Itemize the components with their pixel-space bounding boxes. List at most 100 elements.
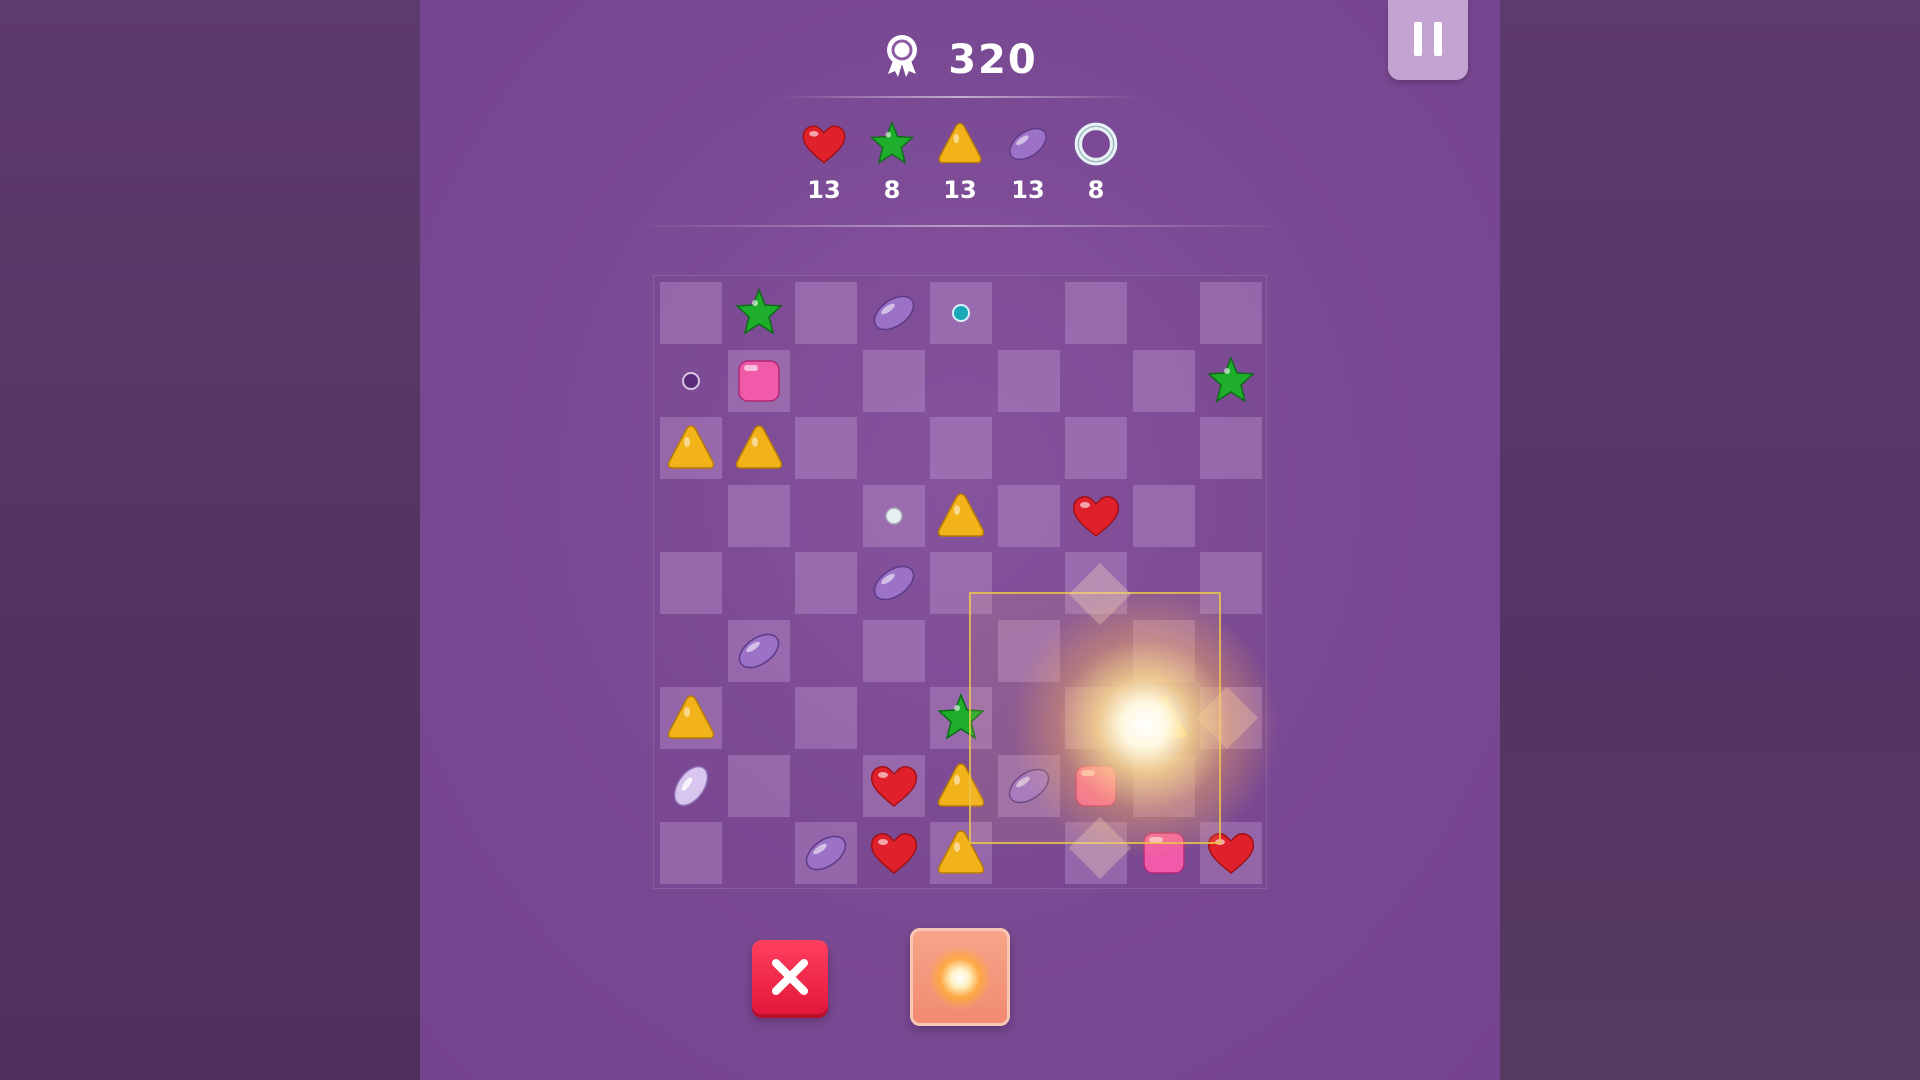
triangle-token[interactable] — [663, 420, 719, 476]
board-cell[interactable] — [1065, 485, 1127, 547]
game-area: 320 13 8 13 13 8 — [420, 0, 1500, 1080]
pause-icon — [1414, 22, 1422, 56]
board-cell[interactable] — [660, 822, 722, 884]
board-cell[interactable] — [1065, 282, 1127, 344]
goal-heart: 13 — [790, 118, 858, 204]
oval-token[interactable] — [866, 285, 922, 341]
board-cell[interactable] — [1133, 282, 1195, 344]
goal-count: 8 — [1087, 176, 1105, 204]
board-cell[interactable] — [1133, 417, 1195, 479]
dot-teal-token[interactable] — [933, 285, 989, 341]
goal-star: 8 — [858, 118, 926, 204]
board-cell[interactable] — [930, 417, 992, 479]
oval-token[interactable] — [798, 825, 854, 881]
triangle-token[interactable] — [663, 690, 719, 746]
heart-token[interactable] — [1068, 488, 1124, 544]
board-cell[interactable] — [863, 552, 925, 614]
board-cell[interactable] — [863, 822, 925, 884]
board-cell[interactable] — [863, 417, 925, 479]
board-cell[interactable] — [660, 485, 722, 547]
board-cell[interactable] — [862, 754, 925, 817]
board-cell[interactable] — [795, 485, 857, 547]
board-cell[interactable] — [795, 755, 857, 817]
board-cell[interactable] — [795, 822, 857, 884]
board-cell[interactable] — [660, 620, 722, 682]
close-icon — [772, 959, 808, 995]
goal-count: 13 — [943, 176, 977, 204]
goals-divider — [630, 225, 1290, 227]
oval-token[interactable] — [731, 623, 787, 679]
board-cell[interactable] — [997, 484, 1060, 547]
board-cell[interactable] — [1200, 350, 1262, 412]
heart-token[interactable] — [866, 758, 922, 814]
board-cell[interactable] — [795, 620, 857, 682]
board-cell[interactable] — [727, 754, 790, 817]
explosion-icon — [929, 947, 991, 1009]
goal-oval-icon — [994, 118, 1062, 174]
pause-button[interactable] — [1388, 0, 1468, 80]
header-divider — [780, 96, 1140, 98]
goal-triangle-icon — [926, 118, 994, 174]
board-cell[interactable] — [862, 484, 925, 547]
heart-token[interactable] — [866, 825, 922, 881]
board-cell[interactable] — [728, 552, 790, 614]
board-cell[interactable] — [660, 755, 722, 817]
dot-white-token[interactable] — [866, 488, 922, 544]
board-cell[interactable] — [727, 484, 790, 547]
board-cell[interactable] — [728, 822, 790, 884]
board-cell[interactable] — [795, 282, 857, 344]
board-cell[interactable] — [795, 687, 857, 749]
board-cell[interactable] — [795, 417, 857, 479]
board-cell[interactable] — [660, 687, 722, 749]
triangle-token[interactable] — [731, 420, 787, 476]
board-cell[interactable] — [863, 687, 925, 749]
star-token[interactable] — [731, 285, 787, 341]
board-cell[interactable] — [1132, 484, 1195, 547]
star-token[interactable] — [1203, 353, 1259, 409]
board-cell[interactable] — [660, 552, 722, 614]
explosion-glow — [1010, 590, 1280, 860]
board-cell[interactable] — [1200, 282, 1262, 344]
board-cell[interactable] — [930, 282, 992, 344]
board-cell[interactable] — [728, 417, 790, 479]
medal-icon — [882, 32, 922, 88]
goal-ring-icon — [1062, 118, 1130, 174]
board-cell[interactable] — [1065, 417, 1127, 479]
board-cell[interactable] — [660, 417, 722, 479]
board-cell[interactable] — [862, 349, 925, 412]
board-cell[interactable] — [660, 282, 722, 344]
board-cell[interactable] — [998, 282, 1060, 344]
board-cell[interactable] — [862, 619, 925, 682]
oval-token[interactable] — [866, 555, 922, 611]
triangle-token[interactable] — [933, 488, 989, 544]
board-cell[interactable] — [1200, 485, 1262, 547]
board-cell[interactable] — [1132, 349, 1195, 412]
board-cell[interactable] — [660, 350, 722, 412]
board-cell[interactable] — [1200, 417, 1262, 479]
board-cell[interactable] — [728, 282, 790, 344]
oval-white-token[interactable] — [663, 758, 719, 814]
booster-button[interactable] — [910, 928, 1010, 1026]
cancel-button[interactable] — [752, 940, 828, 1014]
goal-tracker: 13 8 13 13 8 — [420, 118, 1500, 204]
pause-icon-bar — [1434, 22, 1442, 56]
dot-purple-token[interactable] — [663, 353, 719, 409]
goal-count: 13 — [1011, 176, 1045, 204]
board-cell[interactable] — [727, 619, 790, 682]
board-cell[interactable] — [998, 417, 1060, 479]
score-display: 320 — [420, 32, 1500, 88]
square-token[interactable] — [731, 353, 787, 409]
goal-ring: 8 — [1062, 118, 1130, 204]
board-cell[interactable] — [795, 350, 857, 412]
board-cell[interactable] — [997, 349, 1060, 412]
score-value: 320 — [948, 37, 1038, 83]
board-cell[interactable] — [930, 485, 992, 547]
right-backdrop — [1500, 0, 1920, 1080]
board-cell[interactable] — [863, 282, 925, 344]
goal-count: 13 — [807, 176, 841, 204]
board-cell[interactable] — [1065, 350, 1127, 412]
board-cell[interactable] — [727, 349, 790, 412]
board-cell[interactable] — [930, 350, 992, 412]
board-cell[interactable] — [728, 687, 790, 749]
board-cell[interactable] — [795, 552, 857, 614]
